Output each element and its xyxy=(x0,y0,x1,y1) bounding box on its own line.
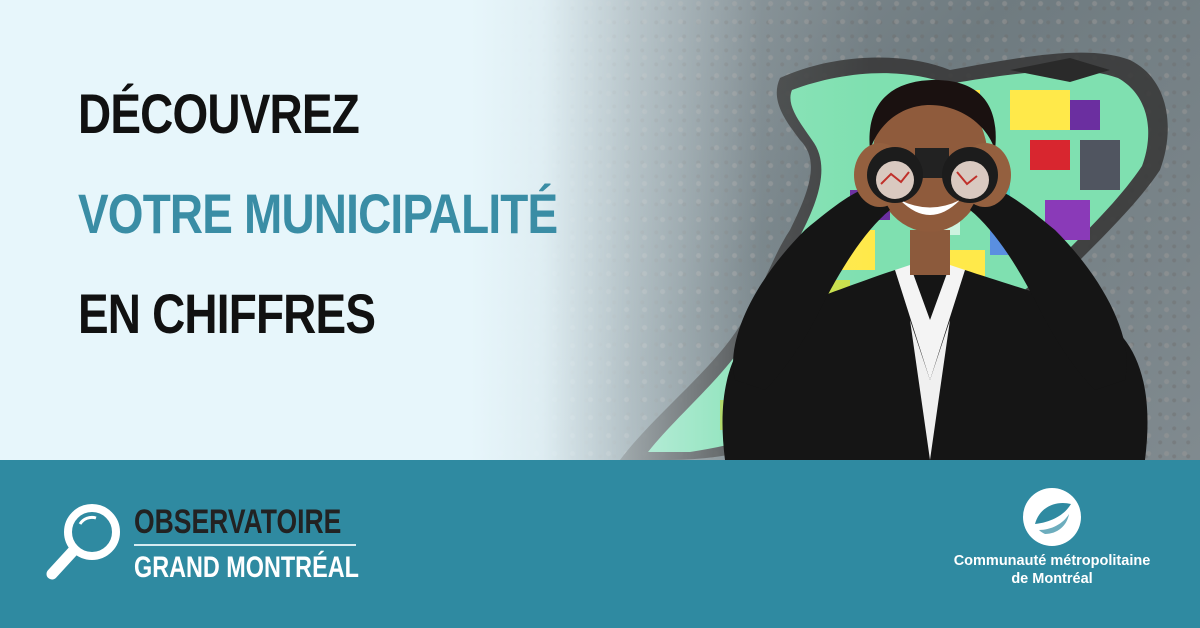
cmm-name-line-2: de Montréal xyxy=(1011,571,1093,587)
cmm-emblem-icon xyxy=(1023,488,1081,546)
headline-line-2: VOTRE MUNICIPALITÉ xyxy=(78,182,558,245)
headline-line-1: DÉCOUVREZ xyxy=(78,82,360,145)
observatoire-logo[interactable]: OBSERVATOIRE GRAND MONTRÉAL xyxy=(44,500,374,600)
observatoire-line-1: OBSERVATOIRE xyxy=(134,503,342,541)
headline: DÉCOUVREZ VOTRE MUNICIPALITÉ EN CHIFFRES xyxy=(78,82,586,382)
hero-banner: DÉCOUVREZ VOTRE MUNICIPALITÉ EN CHIFFRES xyxy=(0,0,1200,460)
observatoire-line-2: GRAND MONTRÉAL xyxy=(134,551,359,584)
footer-bar: OBSERVATOIRE GRAND MONTRÉAL Communauté m… xyxy=(0,460,1200,628)
cmm-name-line-1: Communauté métropolitaine xyxy=(953,553,1151,569)
woman-with-binoculars-image xyxy=(722,80,1148,460)
observatoire-wordmark: OBSERVATOIRE GRAND MONTRÉAL xyxy=(134,504,422,584)
headline-line-3: EN CHIFFRES xyxy=(78,282,376,345)
magnifier-icon xyxy=(46,504,120,580)
cmm-logo[interactable]: Communauté métropolitaine de Montréal xyxy=(932,486,1172,616)
observatoire-divider xyxy=(134,544,356,546)
